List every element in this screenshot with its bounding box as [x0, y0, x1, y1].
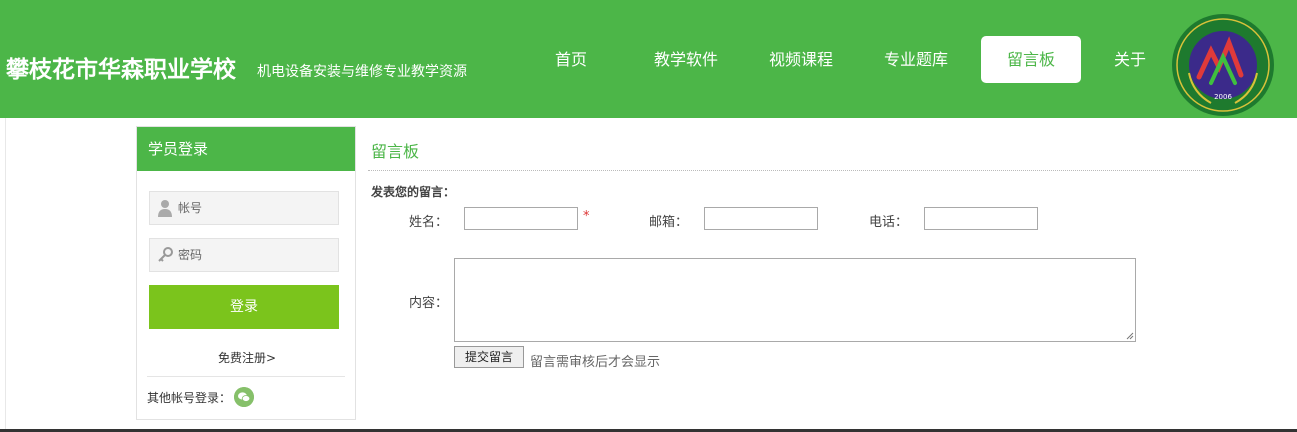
nav-about[interactable]: 关于 — [1100, 36, 1160, 83]
account-input[interactable]: 帐号 — [149, 191, 339, 225]
register-link[interactable]: 免费注册> — [137, 349, 357, 366]
phone-input[interactable] — [924, 207, 1038, 230]
account-placeholder: 帐号 — [178, 201, 203, 215]
school-logo[interactable]: 2006 — [1171, 13, 1275, 117]
phone-label: 电话： — [869, 215, 909, 230]
nav-teaching-software[interactable]: 教学软件 — [646, 36, 726, 83]
board-title: 留言板 — [371, 142, 420, 161]
nav-question-bank[interactable]: 专业题库 — [876, 36, 956, 83]
dotted-divider — [368, 170, 1238, 171]
login-title: 学员登录 — [137, 127, 355, 171]
nav-message-board[interactable]: 留言板 — [981, 36, 1081, 83]
email-label: 邮箱： — [649, 215, 689, 230]
divider — [147, 376, 345, 377]
logo-year: 2006 — [1214, 93, 1232, 101]
site-title[interactable]: 攀枝花市华森职业学校 — [6, 50, 236, 84]
wechat-icon[interactable] — [234, 387, 254, 407]
password-placeholder: 密码 — [178, 248, 203, 262]
login-panel: 学员登录 帐号 密码 登录 免费注册> 其他帐号登录： — [136, 126, 356, 420]
email-input[interactable] — [704, 207, 818, 230]
content-label: 内容： — [409, 296, 449, 311]
page: 攀枝花市华森职业学校 机电设备安装与维修专业教学资源 首页 教学软件 视频课程 … — [0, 0, 1297, 432]
resize-grip-icon[interactable] — [1126, 332, 1134, 340]
other-login-label: 其他帐号登录： — [147, 391, 232, 405]
login-button[interactable]: 登录 — [149, 285, 339, 329]
name-label: 姓名： — [409, 215, 449, 230]
left-edge — [0, 118, 6, 429]
user-icon — [158, 200, 172, 217]
content-textarea[interactable] — [454, 258, 1136, 342]
submit-button[interactable]: 提交留言 — [454, 346, 524, 368]
required-mark: * — [583, 209, 590, 224]
site-header: 攀枝花市华森职业学校 机电设备安装与维修专业教学资源 首页 教学软件 视频课程 … — [0, 0, 1297, 118]
form-heading: 发表您的留言： — [371, 185, 456, 199]
nav-home[interactable]: 首页 — [541, 36, 601, 83]
review-note: 留言需审核后才会显示 — [530, 355, 661, 370]
name-input[interactable] — [464, 207, 578, 230]
nav-video-courses[interactable]: 视频课程 — [761, 36, 841, 83]
site-subtitle: 机电设备安装与维修专业教学资源 — [257, 64, 467, 80]
password-input[interactable]: 密码 — [149, 238, 339, 272]
key-icon — [158, 247, 173, 262]
